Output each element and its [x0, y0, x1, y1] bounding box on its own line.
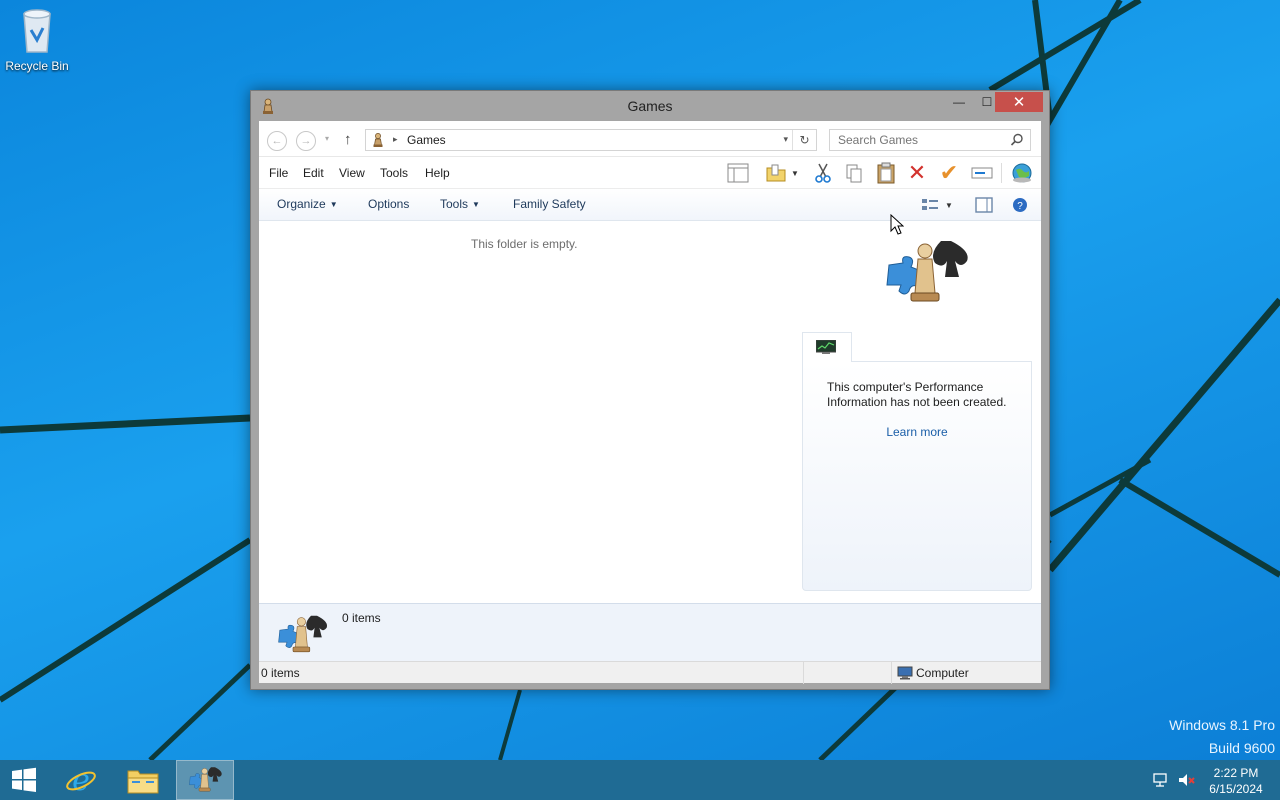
- organize-button[interactable]: Organize ▼: [277, 197, 338, 211]
- title-bar[interactable]: Games — ☐ ✕: [251, 91, 1049, 121]
- cut-icon[interactable]: [810, 161, 836, 185]
- tools-button[interactable]: Tools ▼: [440, 197, 480, 211]
- status-item-count: 0 items: [261, 666, 300, 680]
- folder-options-icon[interactable]: [763, 161, 789, 185]
- menu-edit[interactable]: Edit: [303, 166, 324, 180]
- watermark-build: Build 9600: [1208, 740, 1275, 756]
- desktop-icon-recycle-bin[interactable]: Recycle Bin: [4, 6, 70, 73]
- empty-folder-message: This folder is empty.: [471, 237, 578, 251]
- family-safety-button[interactable]: Family Safety: [513, 197, 586, 211]
- globe-icon[interactable]: [1009, 161, 1035, 185]
- games-window: Games — ☐ ✕ ← → ▾ ↑ ▸ Games ▾ ↻ Search G…: [250, 90, 1050, 690]
- volume-muted-icon[interactable]: [1177, 772, 1195, 788]
- performance-message: This computer's Performance Information …: [827, 380, 1007, 409]
- menu-view[interactable]: View: [339, 166, 365, 180]
- minimize-button[interactable]: —: [945, 92, 973, 112]
- chevron-down-icon: ▼: [472, 200, 480, 209]
- internet-explorer-icon: e: [66, 764, 96, 796]
- window-title: Games: [627, 98, 673, 114]
- clock-date: 6/15/2024: [1209, 782, 1263, 796]
- internet-explorer-button[interactable]: e: [52, 760, 110, 800]
- recent-locations-dropdown[interactable]: ▾: [325, 134, 329, 143]
- file-explorer-button[interactable]: [114, 760, 172, 800]
- computer-icon: [897, 666, 913, 680]
- refresh-button[interactable]: ↻: [792, 130, 816, 150]
- menu-tools[interactable]: Tools: [380, 166, 408, 180]
- taskbar: e 2:22 PM 6/15/2024: [0, 760, 1280, 800]
- performance-panel: This computer's Performance Information …: [802, 361, 1032, 591]
- menu-bar: File Edit View Tools Help ▼ ✕ ✔: [259, 157, 1041, 189]
- preview-pane-icon[interactable]: [971, 193, 997, 217]
- clock-time: 2:22 PM: [1213, 766, 1259, 780]
- address-history-dropdown[interactable]: ▾: [783, 134, 788, 145]
- mouse-cursor-icon: [890, 214, 904, 235]
- command-bar: Organize ▼ Options Tools ▼ Family Safety ▼…: [259, 189, 1041, 221]
- details-item-count: 0 items: [342, 611, 381, 625]
- check-icon[interactable]: ✔: [936, 160, 962, 185]
- options-button[interactable]: Options: [368, 197, 409, 211]
- breadcrumb-games[interactable]: Games: [407, 133, 446, 147]
- windows-logo-icon: [12, 767, 36, 792]
- chevron-down-icon[interactable]: ▼: [941, 193, 957, 217]
- games-icon: [189, 767, 222, 792]
- organize-label: Organize: [277, 197, 326, 211]
- file-explorer-icon: [127, 770, 159, 794]
- layout-icon[interactable]: [725, 161, 751, 185]
- status-bar: 0 items Computer: [259, 661, 1041, 684]
- back-button[interactable]: ←: [267, 131, 287, 151]
- network-icon[interactable]: [1152, 772, 1170, 788]
- help-icon[interactable]: ?: [1007, 193, 1033, 217]
- file-list-area[interactable]: This folder is empty. This computer's Pe…: [259, 221, 1041, 603]
- desktop-icon-label: Recycle Bin: [5, 59, 69, 73]
- recycle-bin-icon: [23, 9, 51, 53]
- games-taskbar-button[interactable]: [176, 760, 234, 800]
- details-pane: 0 items: [259, 603, 1041, 661]
- status-divider: [891, 662, 892, 684]
- games-icon: [373, 133, 383, 147]
- menu-file[interactable]: File: [269, 166, 288, 180]
- chevron-down-icon[interactable]: ▼: [788, 161, 802, 185]
- status-location: Computer: [916, 666, 969, 680]
- performance-tab[interactable]: [802, 332, 852, 362]
- toolbar-divider: [1001, 163, 1002, 183]
- address-bar[interactable]: ▸ Games ▾ ↻: [365, 129, 817, 151]
- search-input[interactable]: [830, 130, 1008, 150]
- window-body: ← → ▾ ↑ ▸ Games ▾ ↻ Search Games File Ed…: [259, 121, 1041, 684]
- forward-button[interactable]: →: [296, 131, 316, 151]
- learn-more-link[interactable]: Learn more: [803, 425, 1031, 439]
- close-button[interactable]: ✕: [995, 92, 1043, 112]
- navigation-bar: ← → ▾ ↑ ▸ Games ▾ ↻: [259, 121, 1041, 157]
- performance-monitor-icon: [816, 340, 836, 354]
- change-view-icon[interactable]: [917, 193, 943, 217]
- windows-watermark: Windows 8.1 Pro Build 9600: [1169, 714, 1275, 760]
- games-explorer-icon: [278, 615, 327, 653]
- search-icon[interactable]: [1010, 133, 1024, 147]
- chevron-down-icon: ▼: [329, 200, 338, 209]
- svg-text:e: e: [72, 764, 90, 796]
- breadcrumb-separator[interactable]: ▸: [393, 134, 398, 145]
- delete-icon[interactable]: ✕: [904, 160, 930, 185]
- start-button[interactable]: [0, 760, 48, 800]
- up-button[interactable]: ↑: [344, 131, 352, 148]
- copy-icon[interactable]: [841, 161, 867, 185]
- tools-label: Tools: [440, 197, 469, 211]
- search-box[interactable]: [829, 129, 1031, 151]
- status-divider: [803, 662, 804, 684]
- watermark-edition: Windows 8.1 Pro: [1169, 717, 1275, 733]
- menu-help[interactable]: Help: [425, 166, 450, 180]
- system-clock[interactable]: 2:22 PM 6/15/2024: [1200, 765, 1272, 797]
- rename-icon[interactable]: [969, 161, 995, 185]
- paste-icon[interactable]: [873, 161, 899, 185]
- games-explorer-icon: [886, 241, 968, 302]
- svg-text:?: ?: [1017, 201, 1023, 212]
